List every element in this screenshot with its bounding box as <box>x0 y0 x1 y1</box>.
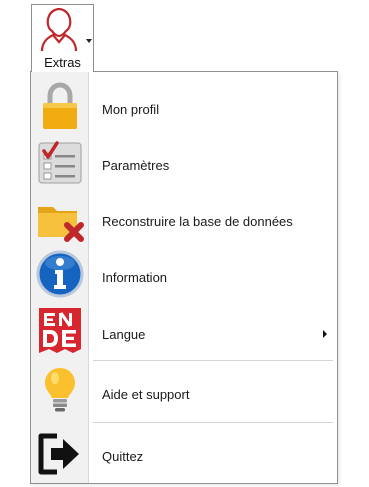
menu-item-reconstruire-base[interactable]: Reconstruire la base de données <box>31 192 337 244</box>
flag-language-icon <box>39 308 81 353</box>
user-silhouette-icon <box>40 8 78 52</box>
padlock-icon <box>43 82 77 129</box>
menu-item-label: Mon profil <box>102 102 160 117</box>
lightbulb-icon <box>45 368 75 412</box>
folder-delete-icon <box>38 207 84 242</box>
extras-dropdown-menu: Mon profil Paramètres Reconstruire la ba… <box>30 71 338 484</box>
menu-item-label: Langue <box>102 327 146 342</box>
info-icon <box>36 250 84 298</box>
exit-icon <box>38 433 79 475</box>
menu-item-label: Reconstruire la base de données <box>102 214 293 229</box>
menu-item-label: Quittez <box>102 449 144 464</box>
menu-item-mon-profil[interactable]: Mon profil <box>31 80 337 132</box>
extras-label: Extras <box>44 55 81 70</box>
menu-separator <box>93 422 333 423</box>
menu-item-aide-support[interactable]: Aide et support <box>31 364 337 418</box>
menu-item-langue[interactable]: Langue <box>31 304 337 358</box>
menu-item-parametres[interactable]: Paramètres <box>31 136 337 188</box>
menu-item-quittez[interactable]: Quittez <box>31 426 337 480</box>
chevron-down-icon <box>86 39 92 43</box>
checklist-icon <box>38 141 82 184</box>
extras-button[interactable]: Extras <box>31 4 94 72</box>
menu-item-label: Paramètres <box>102 158 170 173</box>
menu-item-label: Aide et support <box>102 387 190 402</box>
menu-item-information[interactable]: Information <box>31 248 337 300</box>
menu-item-label: Information <box>102 270 168 285</box>
chevron-right-icon <box>323 330 327 338</box>
menu-separator <box>93 360 333 361</box>
